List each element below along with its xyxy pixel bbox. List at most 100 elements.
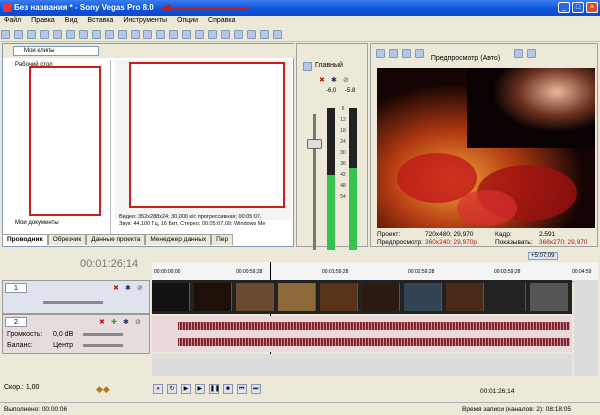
render-icon[interactable] (65, 30, 75, 39)
meter-tick: 42 (340, 172, 346, 178)
envelope-tool-icon[interactable] (234, 30, 244, 39)
menu-tools[interactable]: Инструменты (119, 16, 171, 25)
pan-value: Центр (53, 342, 74, 349)
help-icon[interactable] (273, 30, 283, 39)
copy-snapshot-icon[interactable] (514, 49, 524, 58)
loop-button[interactable]: ↻ (166, 384, 177, 394)
new-project-icon[interactable] (1, 30, 10, 39)
audio-fx-icon[interactable]: ✱ (123, 318, 129, 326)
tab-explorer[interactable]: Проводник (2, 234, 48, 245)
go-to-start-button[interactable]: ⏮ (236, 384, 247, 394)
menu-help[interactable]: Справка (204, 16, 239, 25)
annotation-box-tree (29, 66, 101, 216)
ruler-label: 00:02:59;28 (408, 269, 435, 275)
mute-icon[interactable]: ✖ (319, 76, 325, 84)
split-screen-icon[interactable] (401, 49, 411, 58)
record-button[interactable]: ● (153, 384, 163, 394)
tree-item-documents[interactable]: Мои документы (15, 220, 59, 226)
save-icon[interactable] (26, 30, 36, 39)
pan-label: Баланс: (7, 342, 33, 349)
video-solo-icon[interactable]: ⊘ (137, 284, 143, 292)
audio-arm-icon[interactable]: ✚ (111, 318, 117, 326)
ruler-label: 00:01:59;28 (322, 269, 349, 275)
tab-media-manager[interactable]: Менеджер данных (145, 234, 212, 245)
video-opacity-slider[interactable] (43, 301, 103, 304)
audio-event[interactable] (152, 316, 572, 352)
close-button[interactable]: × (586, 2, 598, 13)
menu-view[interactable]: Вид (61, 16, 82, 25)
paste-icon[interactable] (104, 30, 114, 39)
master-fader[interactable] (307, 139, 322, 149)
mixer-window-icon[interactable] (156, 30, 166, 39)
copy-icon[interactable] (91, 30, 101, 39)
video-thumbnail (362, 283, 400, 311)
auto-ripple-icon[interactable] (195, 30, 205, 39)
save-as-icon[interactable] (39, 30, 49, 39)
pan-slider[interactable] (83, 344, 123, 347)
video-mute-icon[interactable]: ✖ (113, 284, 119, 292)
preview-fx-icon[interactable] (388, 49, 398, 58)
explorer-toolbar: Мои клипы (3, 44, 295, 58)
volume-slider[interactable] (83, 333, 123, 336)
cut-icon[interactable] (78, 30, 88, 39)
meter-tick: 54 (340, 194, 346, 200)
preview-toolbar: Предпросмотр (Авто) (375, 47, 537, 62)
master-bus-mixer: Главный ✖ ✱ ⊘ -6.0 -5.8 6 12 18 24 30 36… (296, 43, 368, 284)
maximize-button[interactable]: □ (572, 2, 584, 13)
tab-transitions[interactable]: Пер (211, 234, 234, 245)
video-fx-icon[interactable]: ✱ (125, 284, 131, 292)
go-to-end-button[interactable]: ⏭ (250, 384, 261, 394)
audio-mute-icon[interactable]: ✖ (99, 318, 105, 326)
selection-tool-icon[interactable] (247, 30, 257, 39)
pause-button[interactable]: ❚❚ (208, 384, 220, 394)
lock-envelopes-icon[interactable] (208, 30, 218, 39)
play-from-start-button[interactable]: ▶ (180, 384, 191, 394)
menu-file[interactable]: Файл (0, 16, 25, 25)
meter-tick: 12 (340, 117, 346, 123)
video-preview-panel: Предпросмотр (Авто) Проект: 720x480; 29,… (370, 43, 598, 247)
explorer-window-icon[interactable] (143, 30, 153, 39)
fx-icon[interactable]: ✱ (331, 76, 337, 84)
video-thumbnail (194, 283, 232, 311)
open-icon[interactable] (13, 30, 23, 39)
menu-edit[interactable]: Правка (27, 16, 59, 25)
properties-icon[interactable] (52, 30, 62, 39)
peak-left: -6.0 (326, 88, 337, 94)
frame-label: Кадр: (495, 231, 512, 238)
meter-tick: 6 (341, 106, 345, 112)
audio-solo-icon[interactable]: ⊘ (135, 318, 141, 326)
menu-options[interactable]: Опции (173, 16, 202, 25)
stop-button[interactable]: ■ (222, 384, 233, 394)
time-ruler[interactable]: 00:00:00;00 00:00:59;28 00:01:59;28 00:0… (152, 262, 598, 282)
rate-slider-icon[interactable]: ◆◆ (96, 384, 116, 394)
play-button[interactable]: ▶ (194, 384, 205, 394)
tab-project-media[interactable]: Данные проекта (86, 234, 146, 245)
tab-trimmer[interactable]: Обрезчик (47, 234, 87, 245)
window-title: Без названия * - Sony Vegas Pro 8.0 (14, 3, 154, 12)
preview-window-icon[interactable] (169, 30, 179, 39)
undo-icon[interactable] (117, 30, 127, 39)
video-track-header[interactable]: 1 ✖ ✱ ⊘ (2, 280, 150, 314)
save-snapshot-icon[interactable] (527, 49, 537, 58)
main-toolbar (0, 28, 600, 42)
audio-track-header[interactable]: 2 ✖ ✚ ✱ ⊘ Громкость: 0,0 dB Баланс: Цент… (2, 314, 150, 354)
title-bar: Без названия * - Sony Vegas Pro 8.0 (0, 0, 600, 16)
snapping-icon[interactable] (182, 30, 192, 39)
timeline-empty-area[interactable] (152, 354, 572, 376)
zoom-tool-icon[interactable] (260, 30, 270, 39)
overlays-icon[interactable] (414, 49, 424, 58)
solo-icon[interactable]: ⊘ (343, 76, 349, 84)
app-icon[interactable] (3, 3, 12, 12)
cursor-time: 00:01:26;14 (480, 388, 515, 395)
minimize-button[interactable]: _ (558, 2, 570, 13)
menu-insert[interactable]: Вставка (83, 16, 117, 25)
preview-quality-select[interactable]: Предпросмотр (Авто) (431, 55, 500, 62)
vertical-scrollbar[interactable] (574, 280, 598, 376)
frame-value: 2.591 (539, 231, 556, 238)
rate-label: Скор.: 1,00 (4, 384, 40, 391)
location-combo[interactable]: Мои клипы (13, 46, 99, 56)
redo-icon[interactable] (130, 30, 140, 39)
video-event[interactable] (152, 280, 572, 314)
normal-edit-tool-icon[interactable] (221, 30, 231, 39)
project-properties-icon[interactable] (376, 49, 385, 58)
